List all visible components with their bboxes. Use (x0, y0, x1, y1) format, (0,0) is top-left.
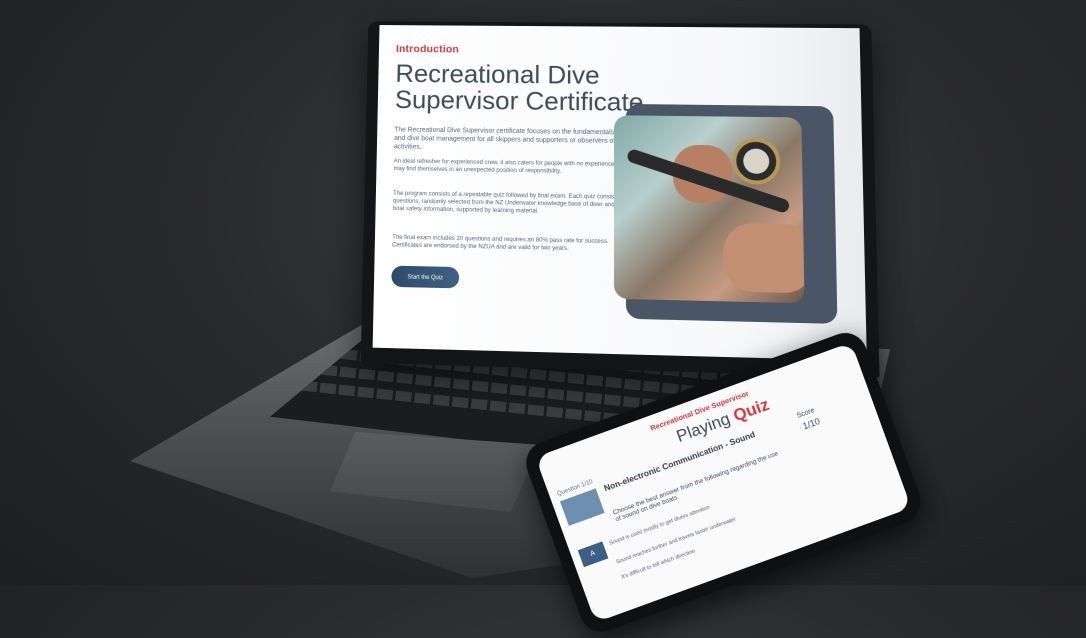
laptop-screen: Introduction Recreational Dive Superviso… (372, 25, 867, 361)
intro-paragraph-1: The Recreational Dive Supervisor certifi… (393, 126, 639, 151)
page-title: Recreational Dive Supervisor Certificate (394, 59, 644, 117)
dive-regulator-photo (614, 115, 805, 304)
intro-paragraph-2: An ideal refresher for experienced crew,… (393, 157, 628, 175)
laptop-lid: Introduction Recreational Dive Superviso… (360, 21, 880, 378)
device-mockup-scene: Introduction Recreational Dive Superviso… (0, 0, 1086, 638)
option-a-badge[interactable]: A (577, 541, 609, 568)
intro-paragraph-3: The program consists of a repeatable qui… (392, 190, 635, 215)
score-value: 1/10 (801, 416, 822, 432)
hand-shape (723, 222, 805, 294)
gauge-icon (732, 137, 781, 185)
start-quiz-button[interactable]: Start the Quiz (391, 265, 460, 289)
section-label: Introduction (395, 43, 460, 56)
intro-paragraph-4: The final exam includes 20 questions and… (392, 233, 609, 253)
